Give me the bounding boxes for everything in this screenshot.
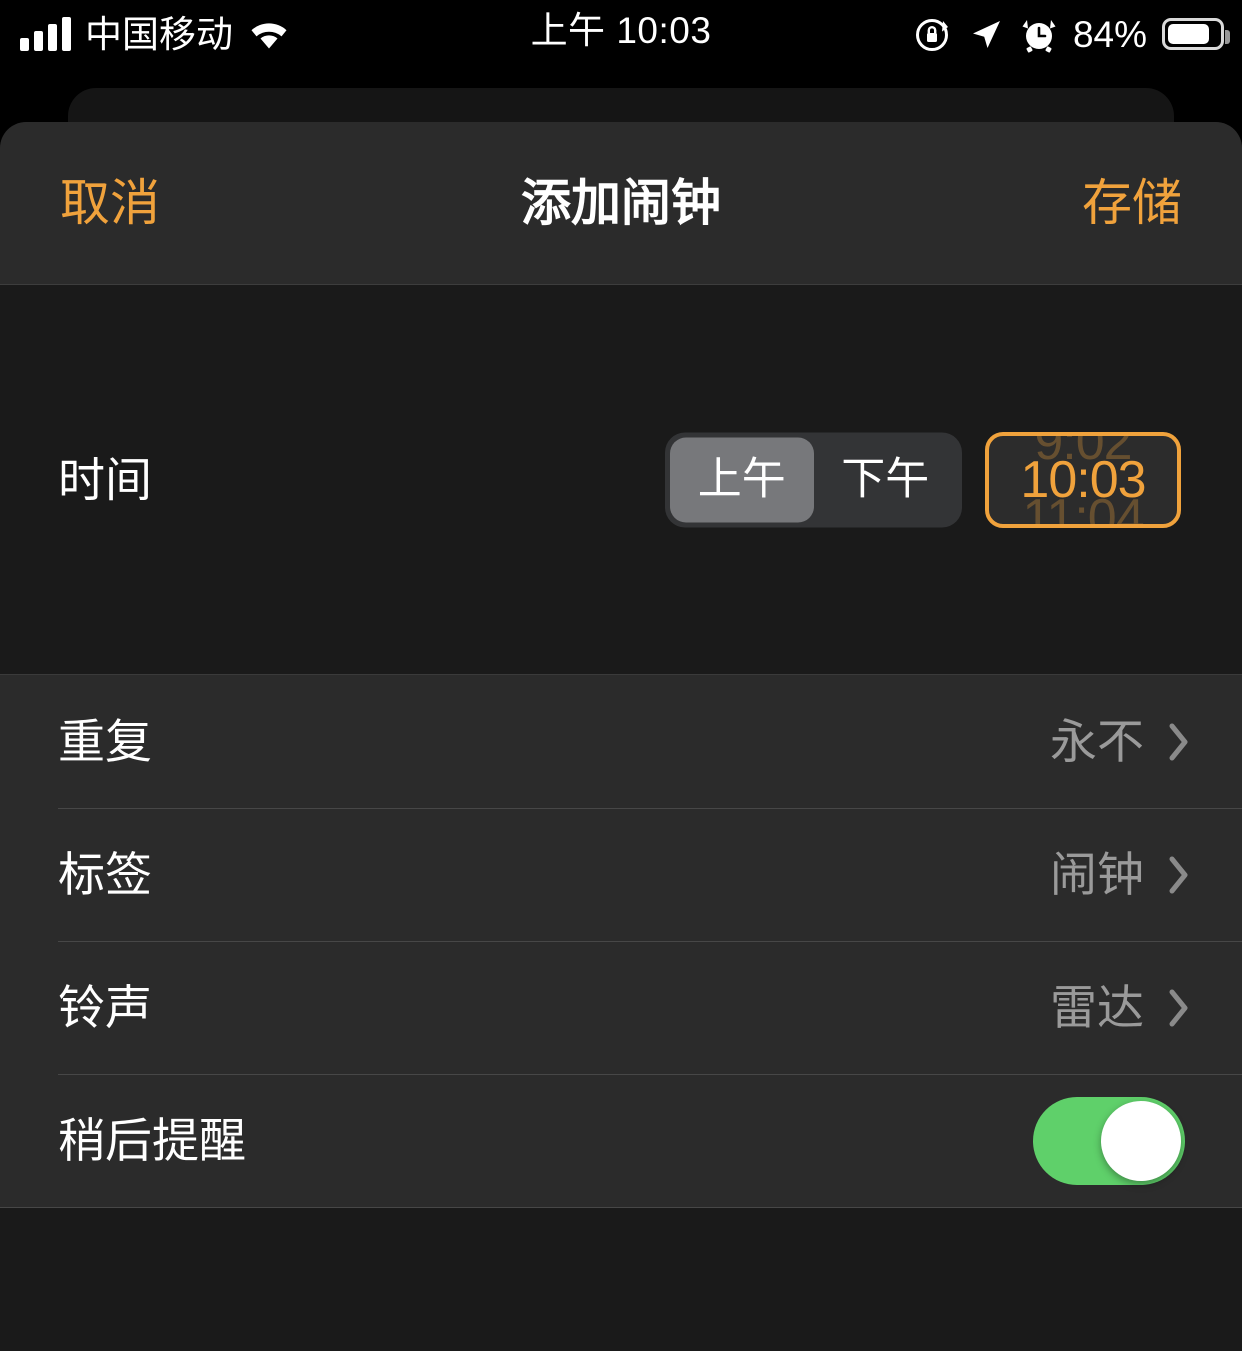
row-label-label: 标签 (58, 848, 152, 901)
page-title: 添加闹钟 (521, 175, 721, 231)
row-value-label: 闹钟 (1050, 848, 1144, 901)
sheet-empty-area (0, 1208, 1242, 1351)
segment-am[interactable]: 上午 (670, 437, 814, 522)
time-wheel-next: 11:04 (1022, 488, 1144, 528)
row-label-snooze: 稍后提醒 (58, 1114, 246, 1167)
ampm-segmented-control[interactable]: 上午 下午 (665, 432, 962, 527)
row-accessory-repeat: 永不 (1050, 718, 1190, 765)
chevron-right-icon (1168, 722, 1190, 762)
alarm-clock-icon (1020, 15, 1058, 53)
alarm-options-list: 重复 永不 标签 闹钟 铃声 雷达 稍后提醒 (0, 675, 1242, 1207)
list-item-sound[interactable]: 铃声 雷达 (0, 941, 1242, 1074)
status-bar-right: 84% (912, 8, 1230, 60)
time-section: 时间 上午 下午 9:02 10:03 11:04 (0, 285, 1242, 675)
row-accessory-label: 闹钟 (1050, 851, 1190, 898)
time-row-label: 时间 (58, 453, 152, 506)
battery-percent-label: 84% (1072, 13, 1147, 55)
location-arrow-icon (967, 15, 1005, 53)
list-item-label[interactable]: 标签 闹钟 (0, 808, 1242, 941)
rotation-lock-icon (912, 14, 952, 54)
chevron-right-icon (1168, 988, 1190, 1028)
list-item-repeat[interactable]: 重复 永不 (0, 675, 1242, 808)
add-alarm-sheet: 取消 添加闹钟 存储 时间 上午 下午 9:02 10:03 11:04 重复 (0, 122, 1242, 1351)
segment-pm[interactable]: 下午 (814, 437, 958, 522)
list-item-snooze[interactable]: 稍后提醒 (0, 1074, 1242, 1207)
row-value-repeat: 永不 (1050, 715, 1144, 768)
save-button[interactable]: 存储 (1074, 172, 1190, 234)
time-wheel[interactable]: 9:02 10:03 11:04 (989, 436, 1177, 524)
row-accessory-sound: 雷达 (1050, 984, 1190, 1031)
row-label-repeat: 重复 (58, 715, 152, 768)
toggle-knob (1101, 1100, 1181, 1181)
sheet-navbar: 取消 添加闹钟 存储 (0, 122, 1242, 285)
row-value-sound: 雷达 (1050, 981, 1144, 1034)
time-picker-field[interactable]: 9:02 10:03 11:04 (985, 431, 1181, 528)
status-bar: 中国移动 上午 10:03 84% (0, 0, 1242, 72)
chevron-right-icon (1168, 855, 1190, 895)
phone-screen: 中国移动 上午 10:03 84% 取消 添加闹钟 存储 时间 上午 下午 9:… (0, 0, 1242, 1351)
snooze-toggle-switch[interactable] (1033, 1096, 1185, 1185)
row-label-sound: 铃声 (58, 981, 152, 1034)
battery-icon (1162, 18, 1230, 50)
